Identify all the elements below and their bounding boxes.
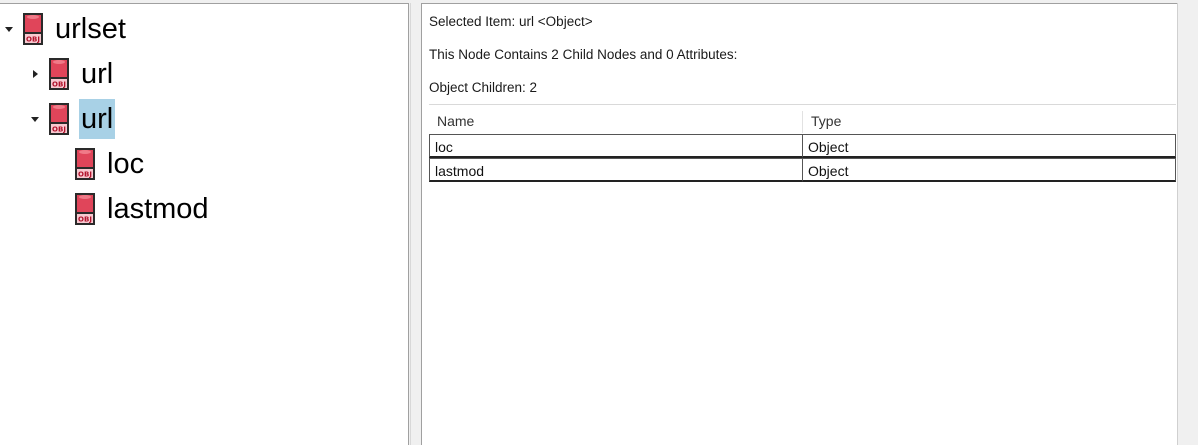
svg-text:OBJ: OBJ	[26, 36, 40, 44]
svg-text:OBJ: OBJ	[52, 81, 66, 89]
tree-node-label: lastmod	[107, 193, 209, 225]
selected-item-text: Selected Item: url <Object>	[429, 14, 593, 29]
tree-node-label: urlset	[55, 13, 126, 45]
tree-node-url-2[interactable]: OBJ url	[28, 97, 116, 141]
tree-node-loc[interactable]: OBJ loc	[54, 142, 146, 186]
tree-node-label: url	[81, 58, 114, 90]
cell-name[interactable]: lastmod	[429, 158, 803, 182]
tree-node-lastmod[interactable]: OBJ lastmod	[54, 187, 211, 231]
node-summary-text: This Node Contains 2 Child Nodes and 0 A…	[429, 47, 738, 62]
svg-text:OBJ: OBJ	[78, 171, 92, 179]
details-pane-edge	[1177, 3, 1198, 445]
chevron-right-icon[interactable]	[28, 67, 42, 81]
table-row[interactable]: loc Object	[429, 134, 1176, 158]
children-count-text: Object Children: 2	[429, 80, 538, 95]
cell-name[interactable]: loc	[429, 134, 803, 158]
details-pane	[421, 3, 1198, 445]
chevron-down-icon[interactable]	[28, 112, 42, 126]
object-icon: OBJ	[23, 13, 43, 45]
object-icon: OBJ	[49, 58, 69, 90]
column-header-type[interactable]: Type	[803, 109, 1176, 134]
tree-node-urlset[interactable]: OBJ urlset	[2, 7, 128, 51]
pane-splitter[interactable]	[410, 3, 421, 445]
object-icon: OBJ	[75, 193, 95, 225]
grid-header: Name Type	[429, 109, 1176, 135]
chevron-down-icon[interactable]	[2, 22, 16, 36]
svg-text:OBJ: OBJ	[52, 126, 66, 134]
tree-node-url-1[interactable]: OBJ url	[28, 52, 115, 96]
cell-type[interactable]: Object	[802, 158, 1176, 182]
table-row[interactable]: lastmod Object	[429, 158, 1176, 182]
column-header-name[interactable]: Name	[429, 109, 803, 134]
cell-type[interactable]: Object	[802, 134, 1176, 158]
object-icon: OBJ	[75, 148, 95, 180]
svg-text:OBJ: OBJ	[78, 216, 92, 224]
tree-node-label: loc	[107, 148, 145, 180]
children-grid[interactable]: Name Type loc Object lastmod Object	[429, 104, 1176, 182]
object-icon: OBJ	[49, 103, 69, 135]
tree-node-label-selected: url	[79, 99, 116, 139]
